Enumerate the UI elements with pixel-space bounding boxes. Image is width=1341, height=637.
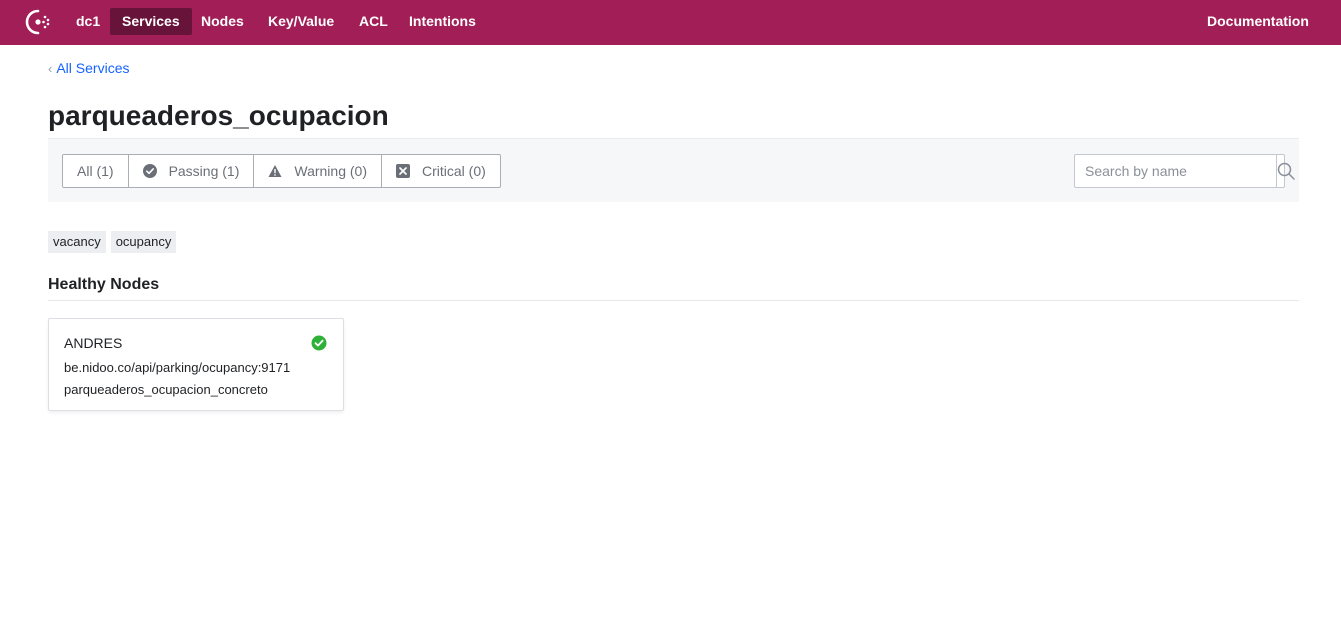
- node-service-id: parqueaderos_ocupacion_concreto: [64, 382, 268, 397]
- nav-key-value[interactable]: Key/Value: [256, 8, 346, 35]
- node-address: be.nidoo.co/api/parking/ocupancy:9171: [64, 360, 291, 375]
- back-link-label: All Services: [56, 60, 130, 76]
- nav-acl[interactable]: ACL: [347, 8, 400, 35]
- consul-logo-icon[interactable]: [23, 8, 53, 36]
- node-card[interactable]: ANDRES be.nidoo.co/api/parking/ocupancy:…: [48, 318, 344, 411]
- filter-warning-label: Warning (0): [294, 163, 367, 179]
- filter-critical[interactable]: Critical (0): [382, 155, 500, 187]
- search-input[interactable]: [1075, 155, 1276, 187]
- nav-intentions[interactable]: Intentions: [397, 8, 488, 35]
- filter-passing[interactable]: Passing (1): [129, 155, 255, 187]
- nav-documentation[interactable]: Documentation: [1195, 8, 1321, 35]
- datacenter-selector[interactable]: dc1: [64, 8, 112, 35]
- search-box: [1074, 154, 1295, 188]
- search-button[interactable]: [1276, 155, 1295, 187]
- nav-services[interactable]: Services: [110, 8, 192, 35]
- filter-warning[interactable]: Warning (0): [254, 155, 382, 187]
- tag-item: ocupancy: [110, 231, 177, 253]
- filter-all-label: All (1): [77, 163, 114, 179]
- filter-bar: All (1) Passing (1) Warning (0) Critical…: [48, 138, 1299, 202]
- nav-nodes[interactable]: Nodes: [189, 8, 256, 35]
- filter-critical-label: Critical (0): [422, 163, 486, 179]
- filter-passing-label: Passing (1): [168, 163, 240, 179]
- passing-check-icon: [311, 335, 327, 351]
- search-icon: [1277, 162, 1295, 180]
- page-title: parqueaderos_ocupacion: [48, 100, 389, 131]
- check-circle-icon: [142, 164, 157, 178]
- tag-item: vacancy: [48, 231, 106, 253]
- service-tags: vacancy ocupancy: [48, 231, 177, 253]
- healthy-nodes-heading: Healthy Nodes: [48, 276, 160, 293]
- critical-x-icon: [396, 164, 410, 178]
- node-name: ANDRES: [64, 335, 123, 351]
- warning-triangle-icon: [268, 164, 282, 178]
- top-navigation: dc1 Services Nodes Key/Value ACL Intenti…: [0, 0, 1341, 45]
- filter-all[interactable]: All (1): [63, 155, 129, 187]
- health-filter-group: All (1) Passing (1) Warning (0) Critical…: [62, 154, 501, 188]
- back-to-all-services-link[interactable]: ‹ All Services: [48, 60, 129, 76]
- section-divider: [48, 300, 1299, 301]
- chevron-left-icon: ‹: [48, 61, 53, 76]
